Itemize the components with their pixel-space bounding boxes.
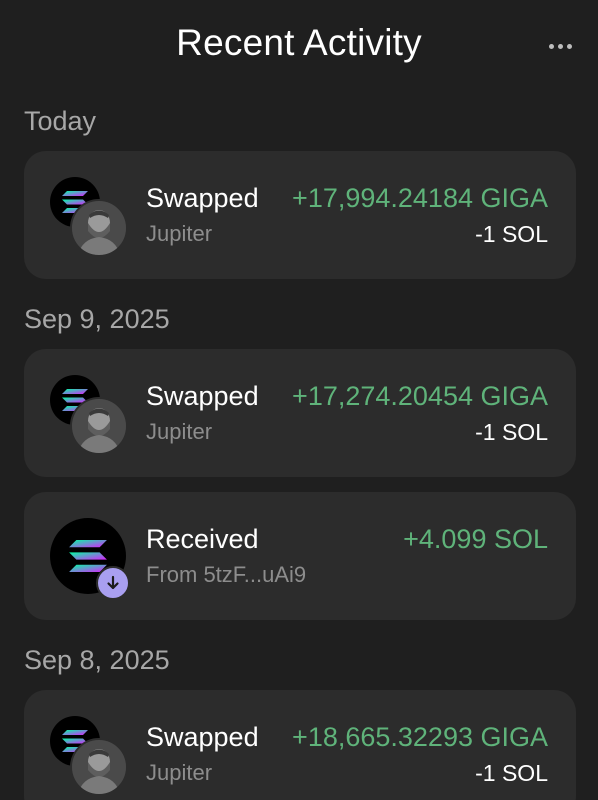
- activity-item-swap[interactable]: Swapped Jupiter +17,274.20454 GIGA -1 SO…: [24, 349, 576, 477]
- more-dots-icon: [557, 43, 563, 49]
- swap-solana-giga-icon: [50, 375, 128, 455]
- tx-title: Received: [146, 524, 259, 554]
- swap-solana-giga-icon: [50, 177, 128, 257]
- header: Recent Activity: [0, 0, 598, 92]
- arrow-down-icon: [96, 566, 130, 600]
- activity-item-swap[interactable]: Swapped Jupiter +17,994.24184 GIGA -1 SO…: [24, 151, 576, 279]
- section-label-sep-8: Sep 8, 2025: [24, 645, 170, 675]
- tx-subtitle: From 5tzF...uAi9: [146, 562, 307, 587]
- giga-token-icon: [70, 199, 128, 257]
- section-label-today: Today: [24, 106, 97, 136]
- tx-amount-out: -1 SOL: [475, 221, 548, 247]
- tx-amount-out: -1 SOL: [475, 419, 548, 445]
- tx-amount-in: +17,994.24184 GIGA: [292, 183, 548, 213]
- tx-title: Swapped: [146, 183, 259, 213]
- tx-subtitle: Jupiter: [146, 760, 213, 785]
- giga-token-icon: [70, 397, 128, 455]
- tx-amount-in: +17,274.20454 GIGA: [292, 381, 548, 411]
- tx-title: Swapped: [146, 722, 259, 752]
- more-options-button[interactable]: [544, 34, 576, 58]
- page-title: Recent Activity: [176, 22, 422, 63]
- tx-amount-out: -1 SOL: [475, 760, 548, 786]
- activity-screen: Recent Activity Today Swapped Jupiter +1…: [0, 0, 598, 800]
- activity-item-swap[interactable]: Swapped Jupiter +18,665.32293 GIGA -1 SO…: [24, 690, 576, 800]
- tx-subtitle: Jupiter: [146, 419, 213, 444]
- section-label-sep-9: Sep 9, 2025: [24, 304, 170, 334]
- tx-title: Swapped: [146, 381, 259, 411]
- tx-amount-in: +18,665.32293 GIGA: [292, 722, 548, 752]
- activity-item-receive[interactable]: Received From 5tzF...uAi9 +4.099 SOL: [24, 492, 576, 620]
- giga-token-icon: [70, 738, 128, 796]
- swap-solana-giga-icon: [50, 716, 128, 796]
- tx-subtitle: Jupiter: [146, 221, 213, 246]
- solana-receive-icon: [50, 518, 130, 600]
- more-dots-icon: [566, 43, 572, 49]
- more-dots-icon: [548, 43, 554, 49]
- tx-amount-in: +4.099 SOL: [403, 524, 548, 554]
